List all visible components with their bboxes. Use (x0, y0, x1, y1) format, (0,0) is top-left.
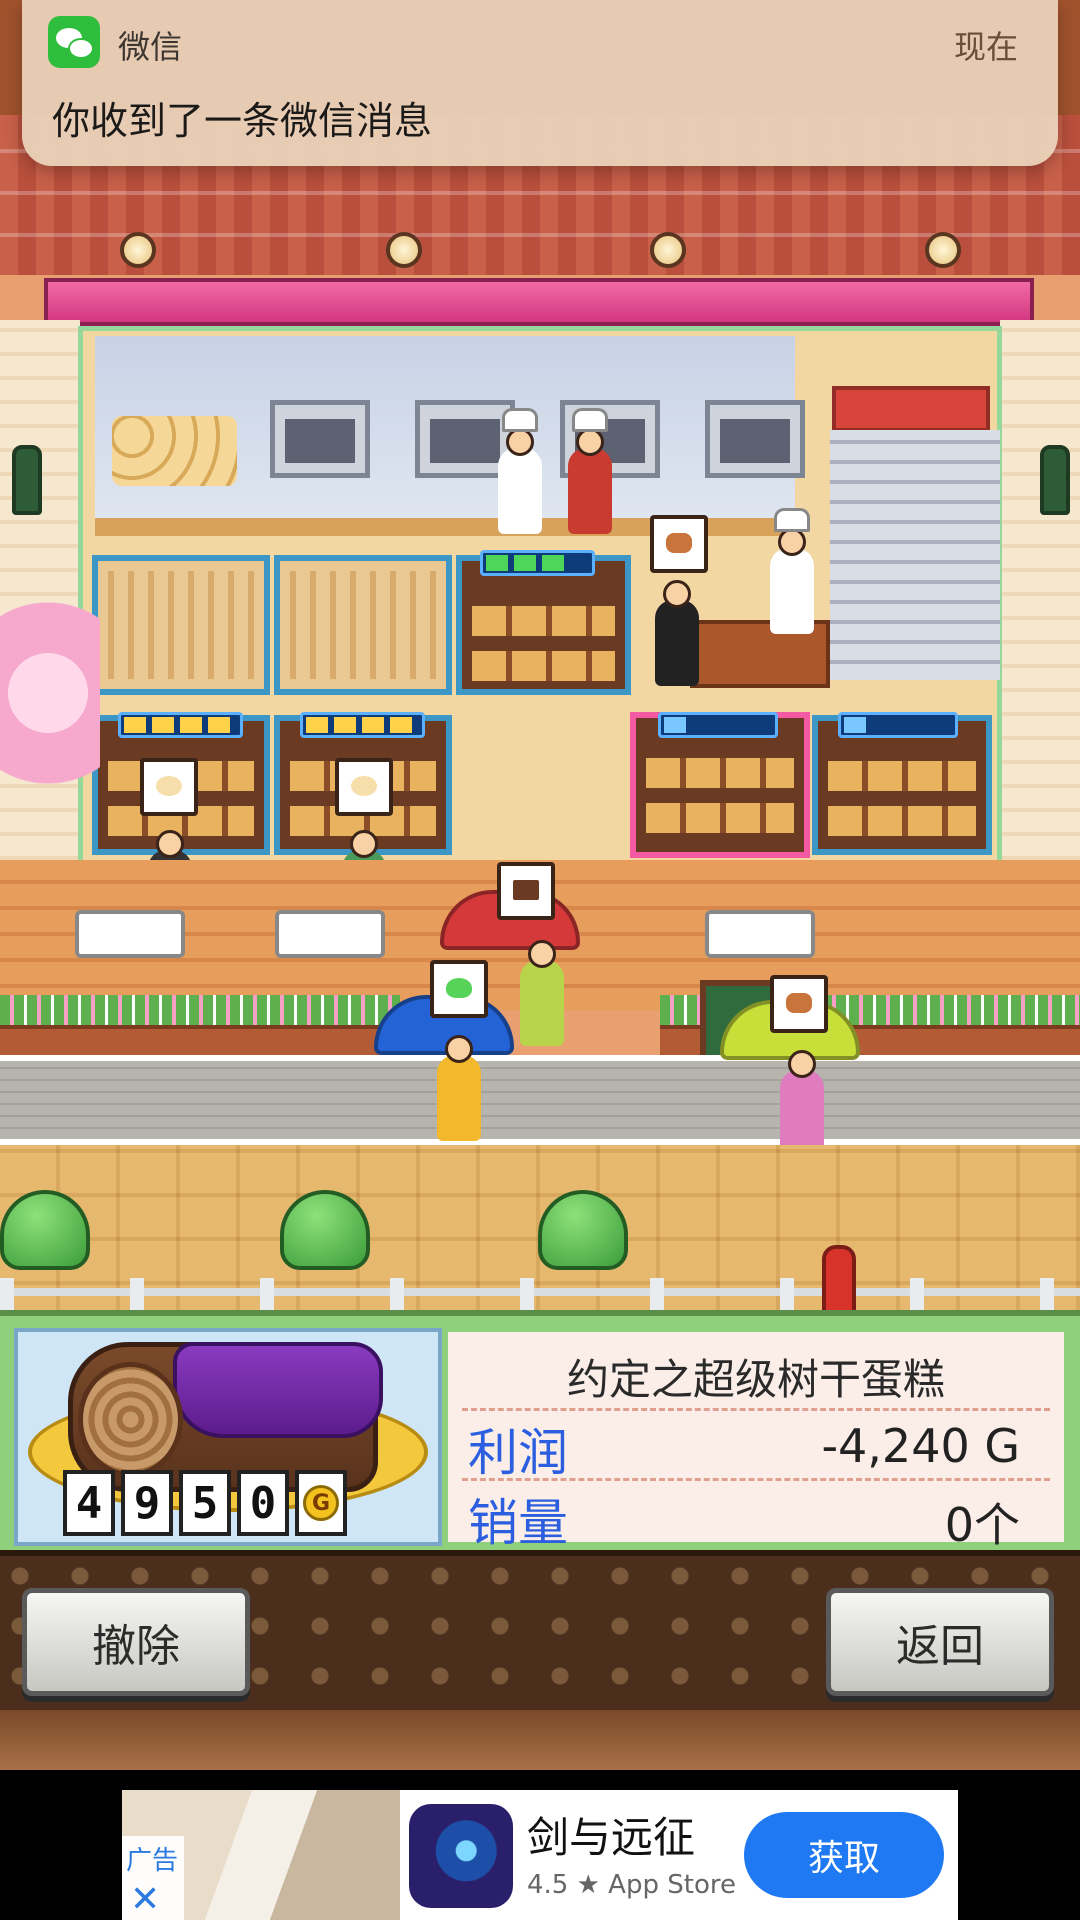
stairs (830, 430, 1000, 680)
stock-bar (118, 712, 243, 738)
fire-hydrant (822, 1245, 856, 1315)
jelly-request-bubble (430, 960, 488, 1018)
roof-lamp (386, 232, 422, 268)
walking-customer[interactable] (437, 1035, 481, 1141)
cafe-table[interactable] (75, 910, 185, 958)
shop-awning (44, 278, 1034, 326)
empty-shelf-slot[interactable] (274, 555, 452, 695)
fence (0, 1278, 1080, 1312)
product-info-panel: 4 9 5 0 G 约定之超级树干蛋糕 利润 -4,240 G 销量 0个 (0, 1310, 1080, 1552)
notification-time: 现在 (953, 28, 1018, 66)
cherry-blossom-tree (0, 585, 100, 855)
customer-character[interactable] (520, 940, 564, 1046)
bush (0, 1190, 90, 1270)
cake-ring (78, 1362, 183, 1477)
kitchen-sign (832, 386, 990, 432)
cake-request-bubble (497, 862, 555, 920)
bush (538, 1190, 628, 1270)
baker-character[interactable] (498, 408, 542, 534)
gold-coin-icon: G (295, 1470, 347, 1536)
stock-bar (658, 712, 778, 738)
street (0, 1055, 1080, 1145)
profit-label: 利润 (468, 1424, 568, 1482)
baker-character[interactable] (568, 408, 612, 534)
product-image: 4 9 5 0 G (14, 1328, 442, 1546)
stock-bar (300, 712, 425, 738)
ad-app-rating: 4.5 ★ App Store (527, 1870, 736, 1900)
profit-row: 利润 -4,240 G (462, 1408, 1050, 1482)
notification-message: 你收到了一条微信消息 (52, 99, 433, 143)
wechat-icon (48, 16, 100, 68)
bread-request-bubble (770, 975, 828, 1033)
bread-pile (112, 416, 237, 486)
profit-value: -4,240 G (821, 1419, 1020, 1473)
ad-banner[interactable]: 广告 ✕ 剑与远征 4.5 ★ App Store 获取 (0, 1770, 1080, 1920)
wall-lamp (12, 445, 42, 515)
ad-label: 广告 (126, 1846, 179, 1876)
planter (0, 1025, 400, 1059)
oven[interactable] (270, 400, 370, 478)
price-digit: 0 (237, 1470, 289, 1536)
product-stats: 约定之超级树干蛋糕 利润 -4,240 G 销量 0个 (444, 1328, 1068, 1552)
currency-symbol: G (303, 1485, 339, 1521)
cafe-table[interactable] (705, 910, 815, 958)
cashier-character[interactable] (770, 508, 814, 634)
wall-lamp (1040, 445, 1070, 515)
ad-close-icon[interactable]: ✕ (130, 1879, 160, 1920)
game-scene[interactable] (0, 0, 1080, 1320)
ad-app-icon[interactable] (409, 1804, 513, 1908)
price-digit: 5 (179, 1470, 231, 1536)
notification-app-name: 微信 (118, 28, 183, 66)
walking-customer[interactable] (780, 1050, 824, 1156)
bread-request-bubble (140, 758, 198, 816)
ad-get-button[interactable]: 获取 (744, 1812, 944, 1898)
roof-lamp (925, 232, 961, 268)
stock-bar (480, 550, 595, 576)
price-digit: 9 (121, 1470, 173, 1536)
sales-row: 销量 0个 (462, 1478, 1050, 1552)
roof-lamp (650, 232, 686, 268)
price-digit: 4 (63, 1470, 115, 1536)
shop-wall-right (1000, 320, 1080, 880)
cafe-table[interactable] (275, 910, 385, 958)
wechat-notification[interactable]: 微信 现在 你收到了一条微信消息 (22, 0, 1058, 166)
action-bar: 撤除 返回 (0, 1550, 1080, 1770)
action-bar-floor (0, 1710, 1080, 1770)
roof-lamp (120, 232, 156, 268)
stock-bar (838, 712, 958, 738)
remove-button[interactable]: 撤除 (22, 1588, 250, 1696)
ad-card[interactable]: 广告 ✕ 剑与远征 4.5 ★ App Store 获取 (122, 1790, 958, 1920)
ad-app-title[interactable]: 剑与远征 (527, 1804, 695, 1865)
bread-request-bubble (650, 515, 708, 573)
cake-icing (173, 1342, 383, 1438)
price-display: 4 9 5 0 G (63, 1470, 347, 1536)
oven[interactable] (705, 400, 805, 478)
empty-shelf-slot[interactable] (92, 555, 270, 695)
ad-tag: 广告 ✕ (122, 1836, 184, 1920)
product-name: 约定之超级树干蛋糕 (566, 1355, 945, 1404)
back-button[interactable]: 返回 (826, 1588, 1054, 1696)
sales-label: 销量 (468, 1494, 568, 1552)
sales-value: 0个 (944, 1498, 1020, 1552)
bush (280, 1190, 370, 1270)
customer-character[interactable] (655, 580, 699, 686)
bread-request-bubble (335, 758, 393, 816)
